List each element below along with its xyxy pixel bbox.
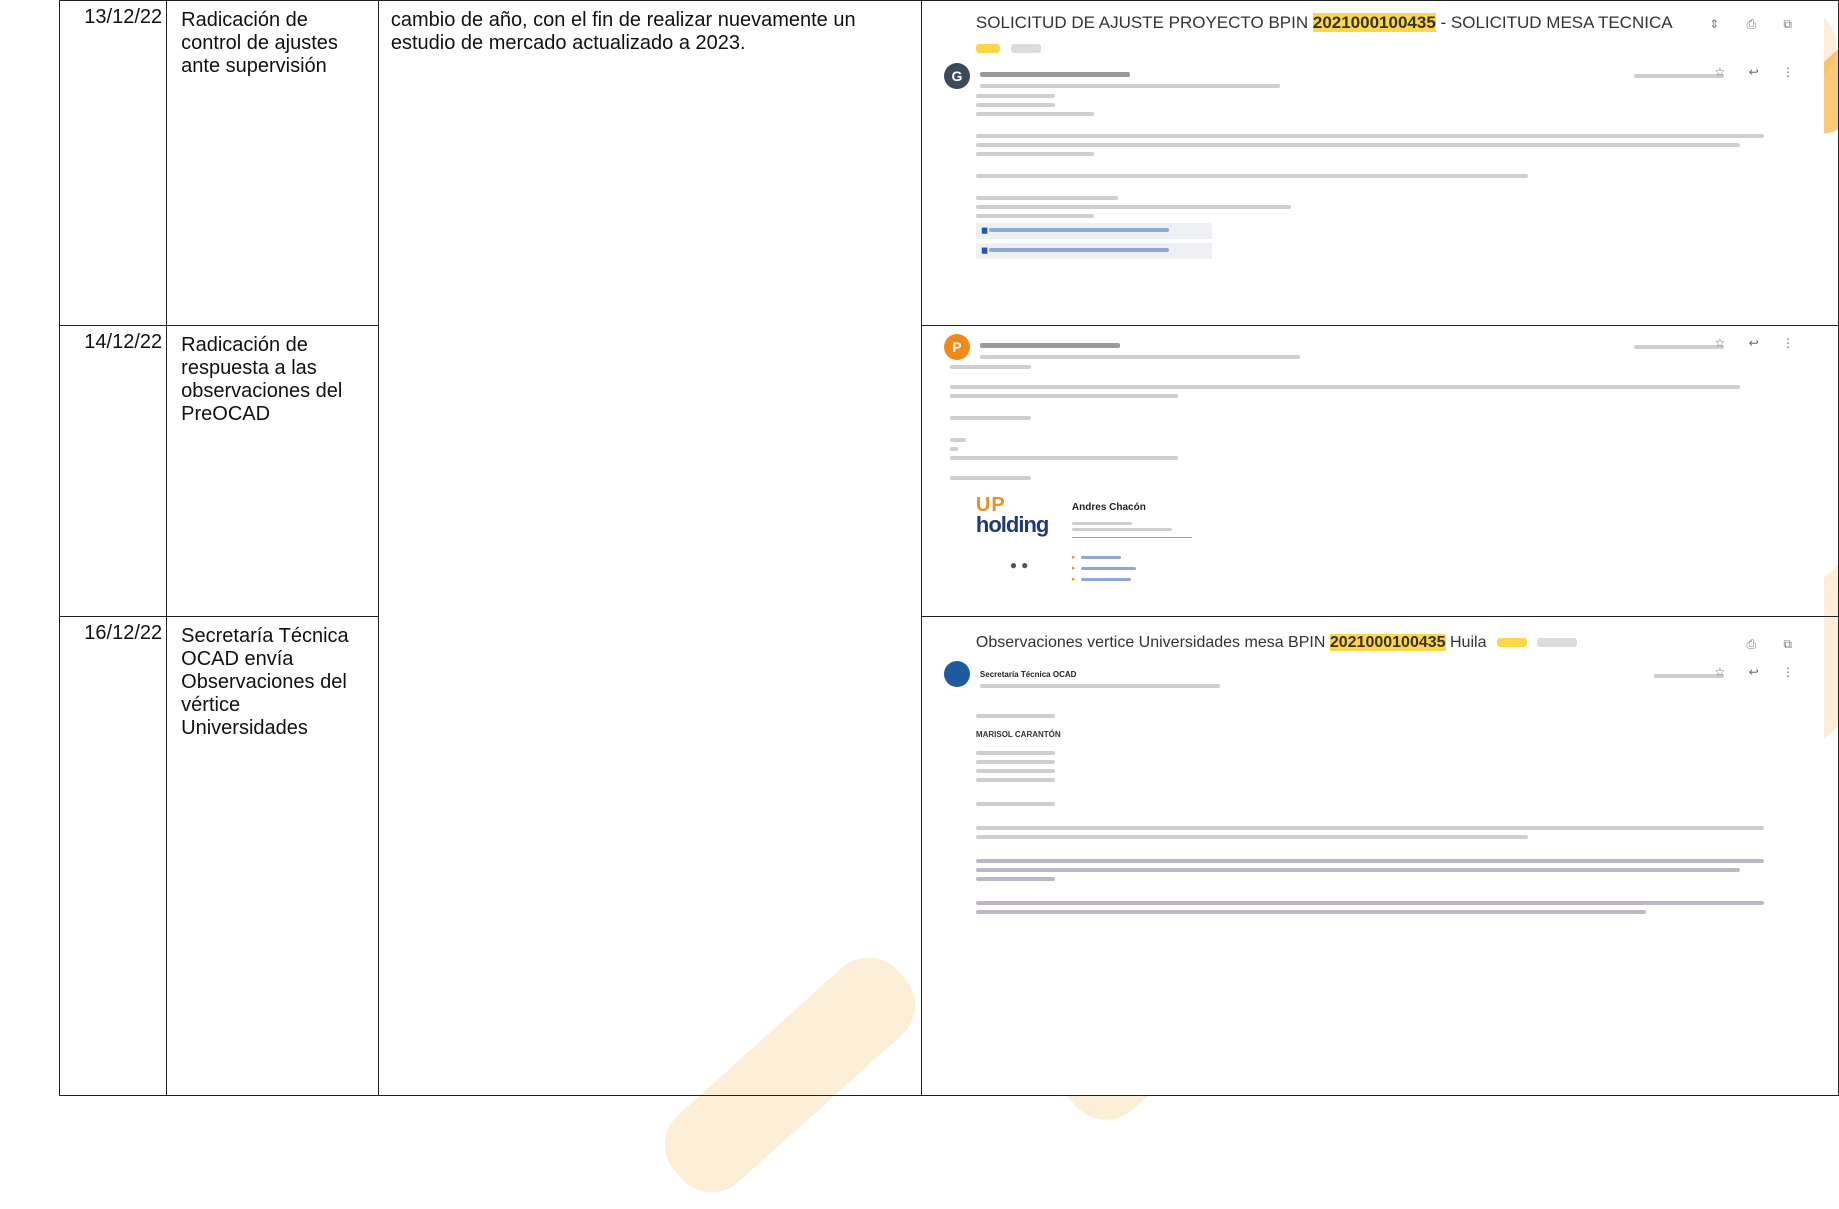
email-date: [1654, 665, 1724, 688]
row-activity: Radicación de control de ajustes ante su…: [166, 0, 379, 326]
attachment-link[interactable]: ▆: [975, 223, 1212, 239]
message-actions[interactable]: ☆ ↩ ⋮: [1715, 661, 1804, 684]
email-body: [949, 360, 1764, 485]
email-screenshot: SOLICITUD DE AJUSTE PROYECTO BPIN 202100…: [920, 0, 1839, 326]
row-date: 16/12/22: [58, 616, 168, 1096]
email-body: ▆ ▆: [975, 89, 1764, 263]
email-screenshot: Observaciones vertice Universidades mesa…: [920, 616, 1839, 1096]
label-chips: [975, 37, 1042, 60]
message-actions[interactable]: ☆ ↩ ⋮: [1715, 61, 1804, 84]
row-activity: Radicación de respuesta a las observacio…: [166, 325, 379, 617]
email-subject: SOLICITUD DE AJUSTE PROYECTO BPIN 202100…: [975, 13, 1673, 32]
table-row: 13/12/22 Radicación de control de ajuste…: [58, 0, 1839, 1096]
row-date: 14/12/22: [58, 325, 168, 617]
row-date: 13/12/22: [58, 0, 168, 326]
email-date: [1634, 65, 1724, 88]
recipient-name: MARISOL CARANTÓN: [975, 730, 1061, 739]
email-date: [1634, 336, 1724, 359]
avatar: G: [943, 63, 970, 89]
table-row: 16/12/22 Secretaría Técnica OCAD envía O…: [58, 616, 1839, 1096]
attachment-link[interactable]: ▆: [975, 243, 1212, 259]
email-body: MARISOL CARANTÓN: [975, 709, 1764, 919]
email-screenshot: P ☆ ↩ ⋮ UP holding ●● Andres Chacón ▸ ▸ …: [920, 325, 1839, 617]
toolbar-icons[interactable]: ⇕ ⎙ ⧉: [1709, 13, 1804, 36]
recipients: [979, 675, 1220, 698]
email-subject: Observaciones vertice Universidades mesa…: [976, 631, 1578, 654]
avatar: P: [943, 334, 970, 360]
avatar: [943, 661, 970, 687]
timeline-table: 13/12/22 Radicación de control de ajuste…: [58, 0, 1839, 1096]
email-signature: Andres Chacón: [1071, 496, 1192, 544]
email-view: Observaciones vertice Universidades mesa…: [935, 617, 1824, 1095]
row-activity: Secretaría Técnica OCAD envía Observacio…: [166, 616, 379, 1096]
email-view: SOLICITUD DE AJUSTE PROYECTO BPIN 202100…: [935, 1, 1824, 325]
row-description: cambio de año, con el fin de realizar nu…: [377, 0, 922, 1096]
company-logo: UP holding: [975, 494, 1049, 537]
toolbar-icons[interactable]: ⎙ ⧉: [1746, 633, 1804, 656]
contact-links[interactable]: ▸ ▸ ▸: [1072, 552, 1137, 585]
message-actions[interactable]: ☆ ↩ ⋮: [1715, 332, 1804, 355]
email-view: P ☆ ↩ ⋮ UP holding ●● Andres Chacón ▸ ▸ …: [935, 326, 1824, 616]
social-icons[interactable]: ●●: [1010, 554, 1033, 577]
table-row: 14/12/22 Radicación de respuesta a las o…: [58, 325, 1839, 617]
